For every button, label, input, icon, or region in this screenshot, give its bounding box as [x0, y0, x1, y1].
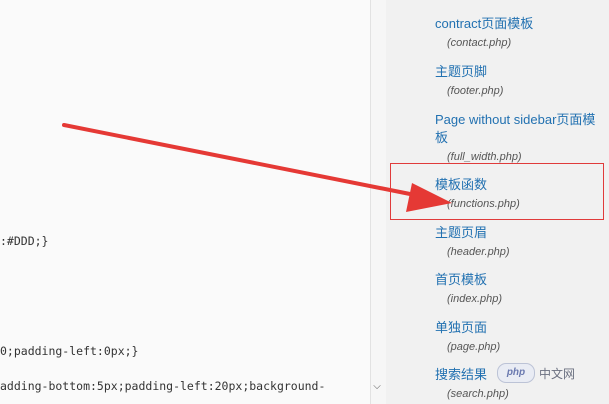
watermark-logo: php	[497, 363, 535, 383]
highlight-box	[390, 163, 604, 220]
watermark: php 中文网	[497, 362, 607, 384]
chevron-down-icon[interactable]: ⌵	[372, 380, 382, 394]
file-item-full-width[interactable]: Page without sidebar页面模 板 (full_width.ph…	[435, 111, 605, 165]
file-item-header[interactable]: 主题页眉 (header.php)	[435, 224, 605, 260]
file-item-index[interactable]: 首页模板 (index.php)	[435, 271, 605, 307]
file-label[interactable]: Page without sidebar页面模	[435, 111, 605, 129]
file-name: (index.php)	[447, 293, 503, 305]
file-item-partial[interactable]: .	[435, 0, 605, 10]
code-line: :#DDD;}	[0, 234, 49, 248]
file-label[interactable]: 单独页面	[435, 319, 605, 337]
file-label[interactable]: contract页面模板	[435, 15, 605, 33]
file-name: (contact.php)	[447, 37, 512, 49]
watermark-text: 中文网	[539, 366, 576, 381]
code-editor[interactable]: :#DDD;} 0;padding-left:0px;} adding-bott…	[0, 0, 370, 404]
file-name: (header.php)	[447, 246, 510, 258]
file-label[interactable]: 首页模板	[435, 271, 605, 289]
file-name: (footer.php)	[447, 85, 504, 97]
file-label[interactable]: 主题页眉	[435, 224, 605, 242]
file-label[interactable]: 主题页脚	[435, 63, 605, 81]
file-item-footer[interactable]: 主题页脚 (footer.php)	[435, 63, 605, 99]
file-label-wrap[interactable]: 板	[435, 129, 605, 147]
file-name: (page.php)	[447, 341, 501, 353]
file-name: (search.php)	[447, 388, 509, 400]
code-line: adding-bottom:5px;padding-left:20px;back…	[0, 379, 326, 393]
code-line: 0;padding-left:0px;}	[0, 344, 139, 358]
file-item-page[interactable]: 单独页面 (page.php)	[435, 319, 605, 355]
editor-scrollbar[interactable]	[370, 0, 386, 404]
file-item-contact[interactable]: contract页面模板 (contact.php)	[435, 15, 605, 51]
